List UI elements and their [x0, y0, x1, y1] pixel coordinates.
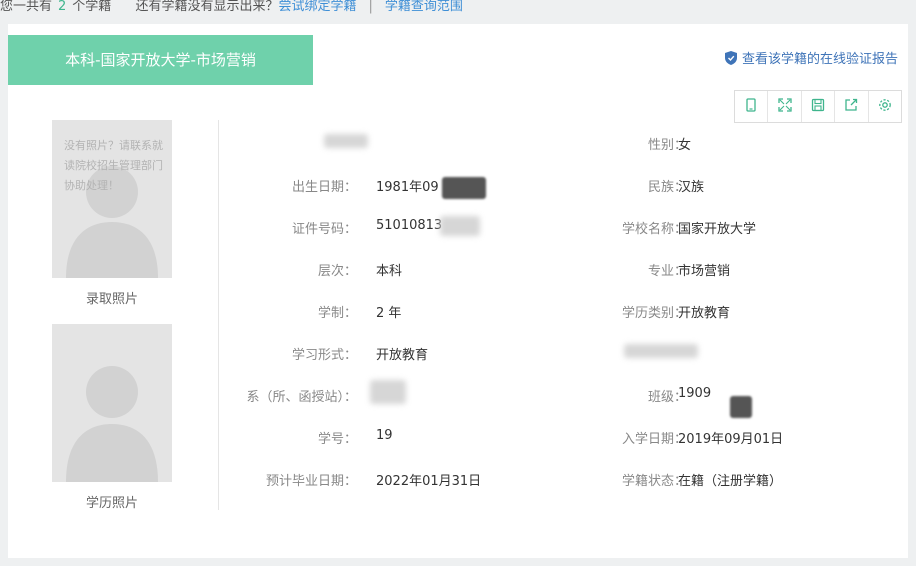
bind-record-link[interactable]: 尝试绑定学籍	[278, 0, 356, 14]
verify-report-label: 查看该学籍的在线验证报告	[741, 52, 898, 67]
share-icon	[844, 97, 858, 116]
section-divider	[218, 120, 219, 510]
expected-graduation-label: 预计毕业日期：	[265, 474, 357, 489]
redacted-branch	[624, 344, 698, 358]
top-summary-bar: 您一共有 2 个学籍 还有学籍没有显示出来？尝试绑定学籍 | 学籍查询范围	[0, 0, 916, 16]
student-record-card: 本科-国家开放大学-市场营销 查看该学籍的在线验证报告 没有照片？请联系就读院校…	[8, 24, 908, 558]
expected-graduation-value: 2022年01月31日	[376, 474, 482, 489]
diploma-photo-label: 学历照片	[85, 496, 138, 511]
admission-photo-label: 录取照片	[85, 292, 138, 307]
birth-date-value: 1981年09	[376, 180, 439, 195]
phone-view-button[interactable]	[735, 91, 769, 122]
ethnicity-value: 汉族	[678, 180, 705, 195]
phone-icon	[744, 97, 758, 116]
record-count-prefix: 您一共有	[0, 0, 53, 14]
record-tab[interactable]: 本科-国家开放大学-市场营销	[8, 35, 313, 85]
duration-value: 2 年	[376, 306, 402, 321]
redacted-birth-date	[442, 177, 486, 199]
duration-label: 学制：	[317, 306, 357, 321]
school-name-value: 国家开放大学	[678, 222, 757, 237]
enroll-date-value: 2019年09月01日	[678, 432, 784, 447]
gender-value: 女	[678, 138, 692, 153]
redacted-name	[324, 134, 368, 148]
save-button[interactable]	[802, 91, 836, 122]
settings-button[interactable]	[869, 91, 901, 122]
major-value: 市场营销	[678, 264, 731, 279]
save-icon	[811, 97, 825, 116]
redacted-id-number	[440, 216, 480, 236]
missing-record-question: 还有学籍没有显示出来？	[135, 0, 279, 14]
share-button[interactable]	[835, 91, 869, 122]
record-count: 2	[58, 0, 67, 14]
student-id-value: 19	[376, 428, 393, 443]
query-scope-link[interactable]: 学籍查询范围	[385, 0, 463, 14]
fullscreen-icon	[777, 97, 792, 116]
diploma-photo	[52, 324, 172, 482]
level-value: 本科	[376, 264, 403, 279]
study-form-label: 学习形式：	[291, 348, 357, 363]
avatar-placeholder-icon	[66, 366, 158, 482]
shield-icon	[724, 51, 737, 65]
id-number-label: 证件号码：	[291, 222, 357, 237]
settings-icon	[878, 97, 892, 116]
student-id-label: 学号：	[317, 432, 357, 447]
education-type-value: 开放教育	[678, 306, 731, 321]
no-photo-note: 没有照片？请联系就读院校招生管理部门协助处理！	[64, 139, 163, 192]
id-number-value: 51010813	[376, 218, 443, 233]
redacted-department	[370, 380, 406, 404]
fullscreen-button[interactable]	[768, 91, 802, 122]
record-count-suffix: 个学籍	[72, 0, 112, 14]
status-value: 在籍（注册学籍）	[678, 474, 783, 489]
link-separator: |	[368, 0, 373, 14]
admission-photo: 没有照片？请联系就读院校招生管理部门协助处理！	[52, 120, 172, 278]
class-value: 1909	[678, 386, 712, 401]
level-label: 层次：	[317, 264, 357, 279]
study-form-value: 开放教育	[376, 348, 429, 363]
record-toolbar	[734, 90, 902, 123]
birth-date-label: 出生日期：	[291, 180, 357, 195]
redacted-class	[730, 396, 752, 418]
verify-report-link[interactable]: 查看该学籍的在线验证报告	[724, 48, 898, 67]
department-label: 系（所、函授站）：	[246, 390, 357, 405]
